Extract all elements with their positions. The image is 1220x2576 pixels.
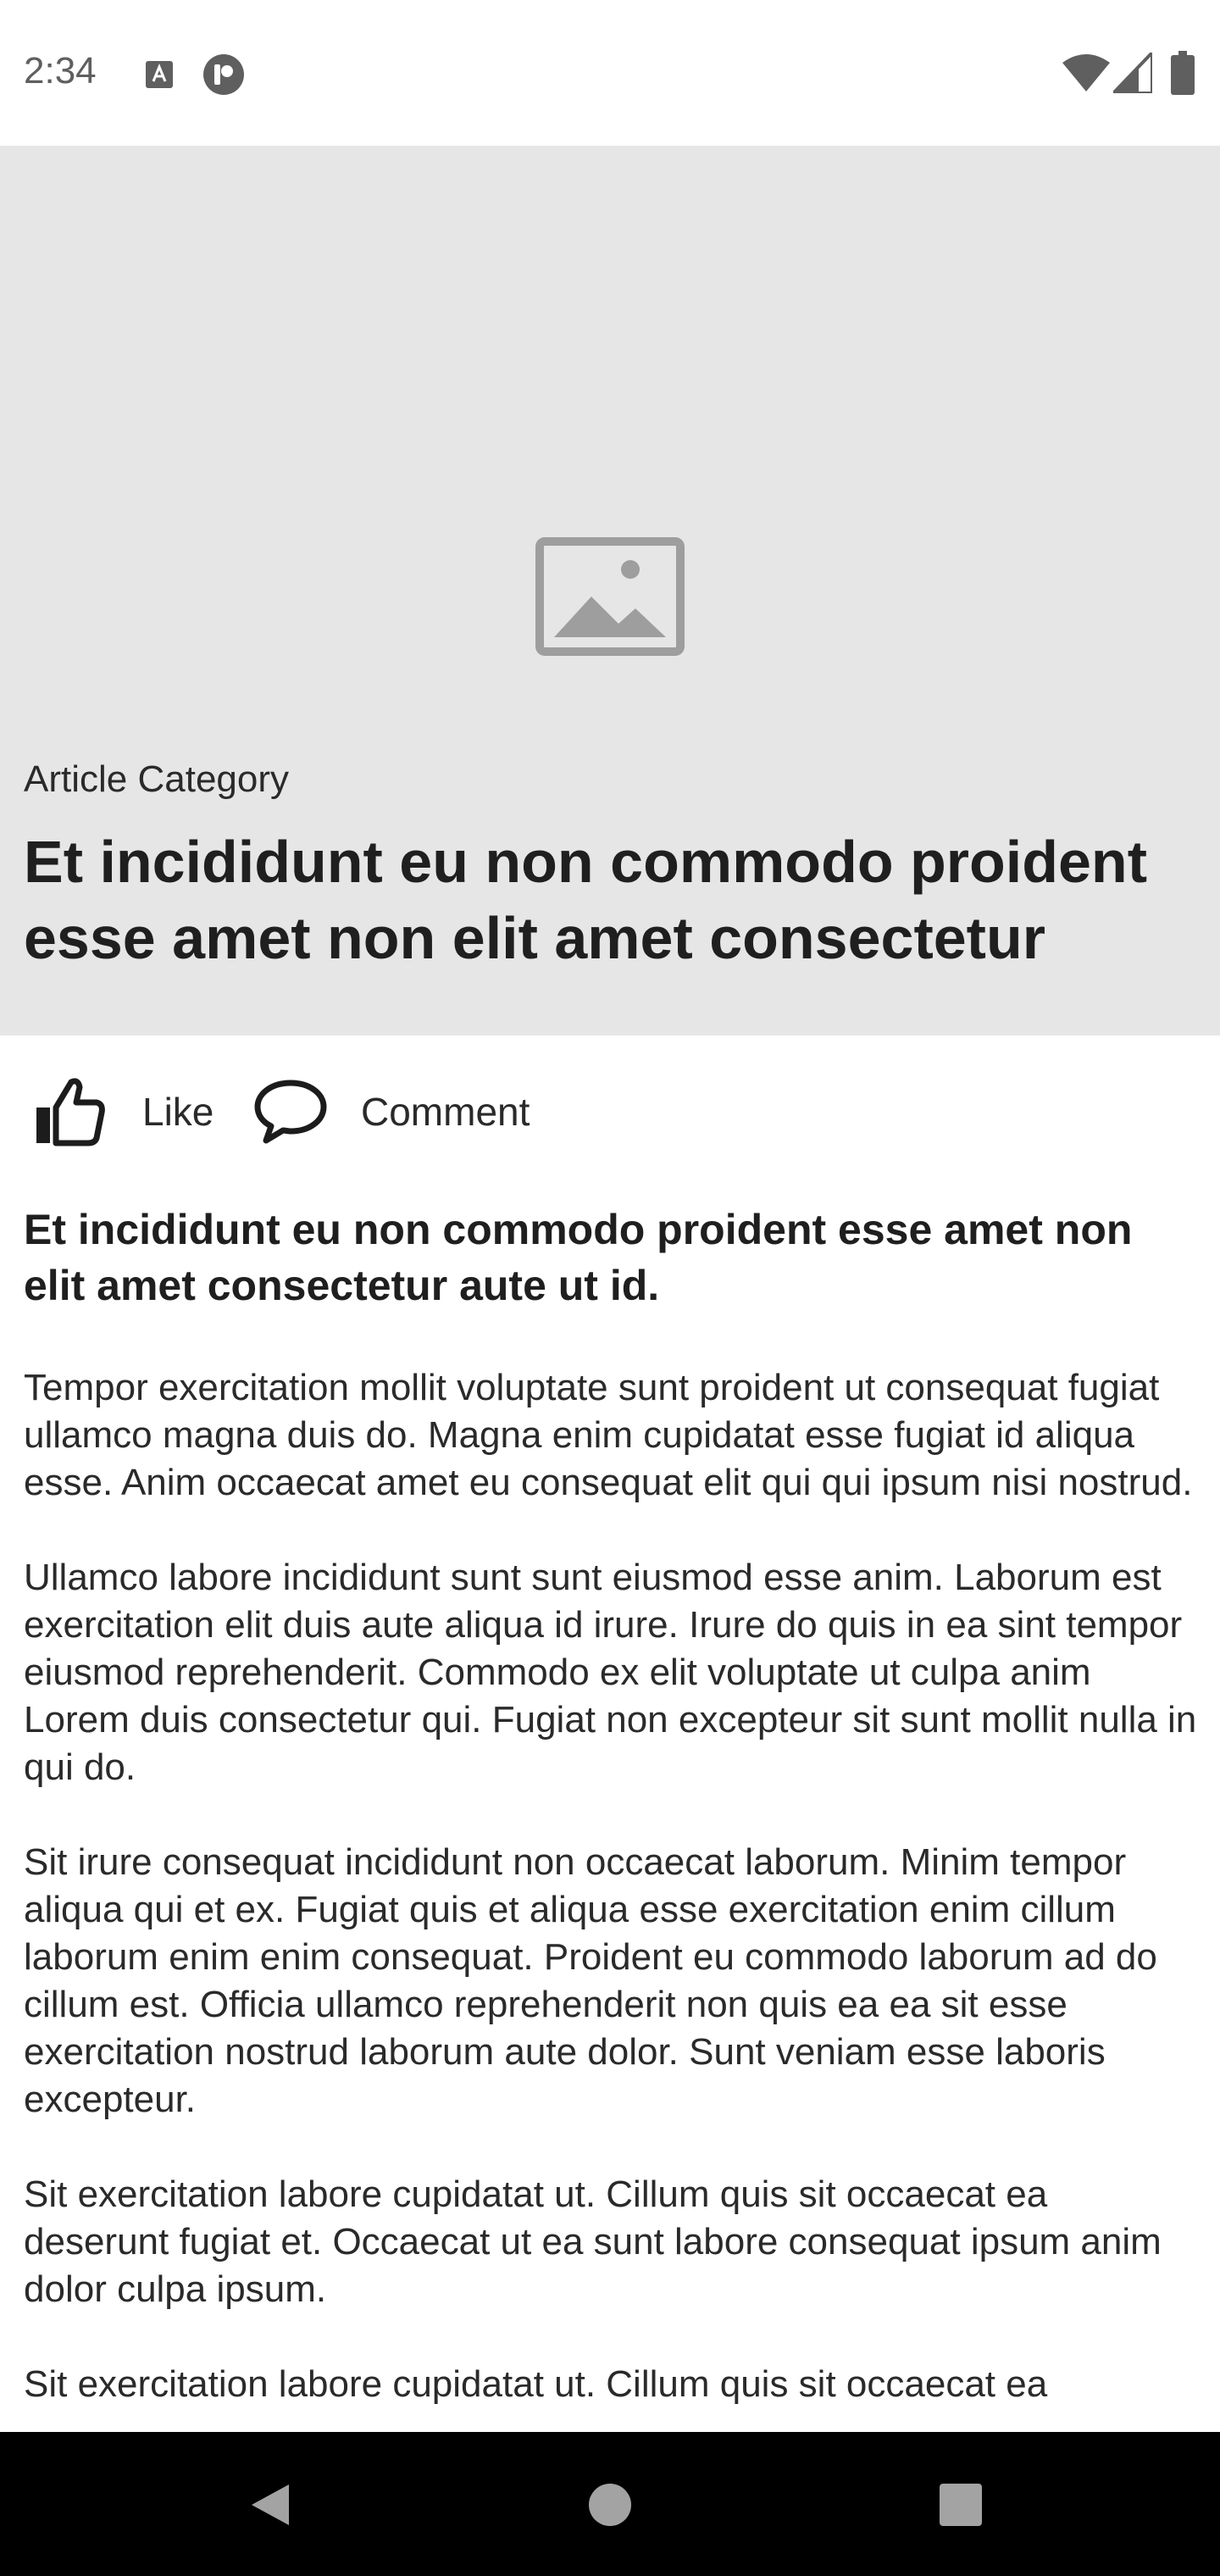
home-button[interactable] <box>569 2464 651 2545</box>
article-paragraph: Ullamco labore incididunt sunt sunt eius… <box>24 1557 1197 1788</box>
article-category: Article Category <box>24 758 290 800</box>
recents-button[interactable] <box>920 2464 1001 2545</box>
article-content: Et incididunt eu non commodo proident es… <box>24 1202 1201 2456</box>
article-lead: Et incididunt eu non commodo proident es… <box>24 1206 1133 1309</box>
article-title: Et incididunt eu non commodo proident es… <box>24 829 1148 971</box>
article-actions: Like Comment <box>0 1035 1220 1180</box>
recents-square-icon <box>940 2484 982 2526</box>
text-recognition-icon <box>146 61 173 88</box>
app-notification-icon <box>203 54 244 95</box>
article-paragraph: Sit exercitation labore cupidatat ut. Ci… <box>24 2363 1048 2405</box>
status-time: 2:34 <box>24 50 97 92</box>
thumbs-up-icon <box>36 1078 105 1146</box>
battery-icon <box>1171 51 1195 95</box>
image-placeholder-icon <box>535 537 685 656</box>
article-paragraph: Tempor exercitation mollit voluptate sun… <box>24 1367 1193 1503</box>
like-button[interactable]: Like <box>32 1069 214 1154</box>
status-bar: 2:34 <box>0 0 1220 146</box>
navigation-bar <box>0 2432 1220 2576</box>
signal-icon <box>1113 53 1152 93</box>
comment-bubble-icon <box>254 1080 327 1144</box>
article-paragraph: Sit irure consequat incididunt non occae… <box>24 1841 1157 2120</box>
back-button[interactable] <box>229 2464 310 2545</box>
wifi-icon <box>1062 54 1110 92</box>
screen: 2:34 Article Category Et incididunt eu n… <box>0 0 1220 2576</box>
article-paragraph: Sit exercitation labore cupidatat ut. Ci… <box>24 2174 1162 2310</box>
back-triangle-icon <box>252 2484 289 2525</box>
comment-label: Comment <box>361 1090 530 1134</box>
like-label: Like <box>142 1090 214 1134</box>
comment-button[interactable]: Comment <box>252 1069 530 1154</box>
home-circle-icon <box>589 2484 631 2526</box>
article-hero: Article Category Et incididunt eu non co… <box>0 146 1220 1035</box>
